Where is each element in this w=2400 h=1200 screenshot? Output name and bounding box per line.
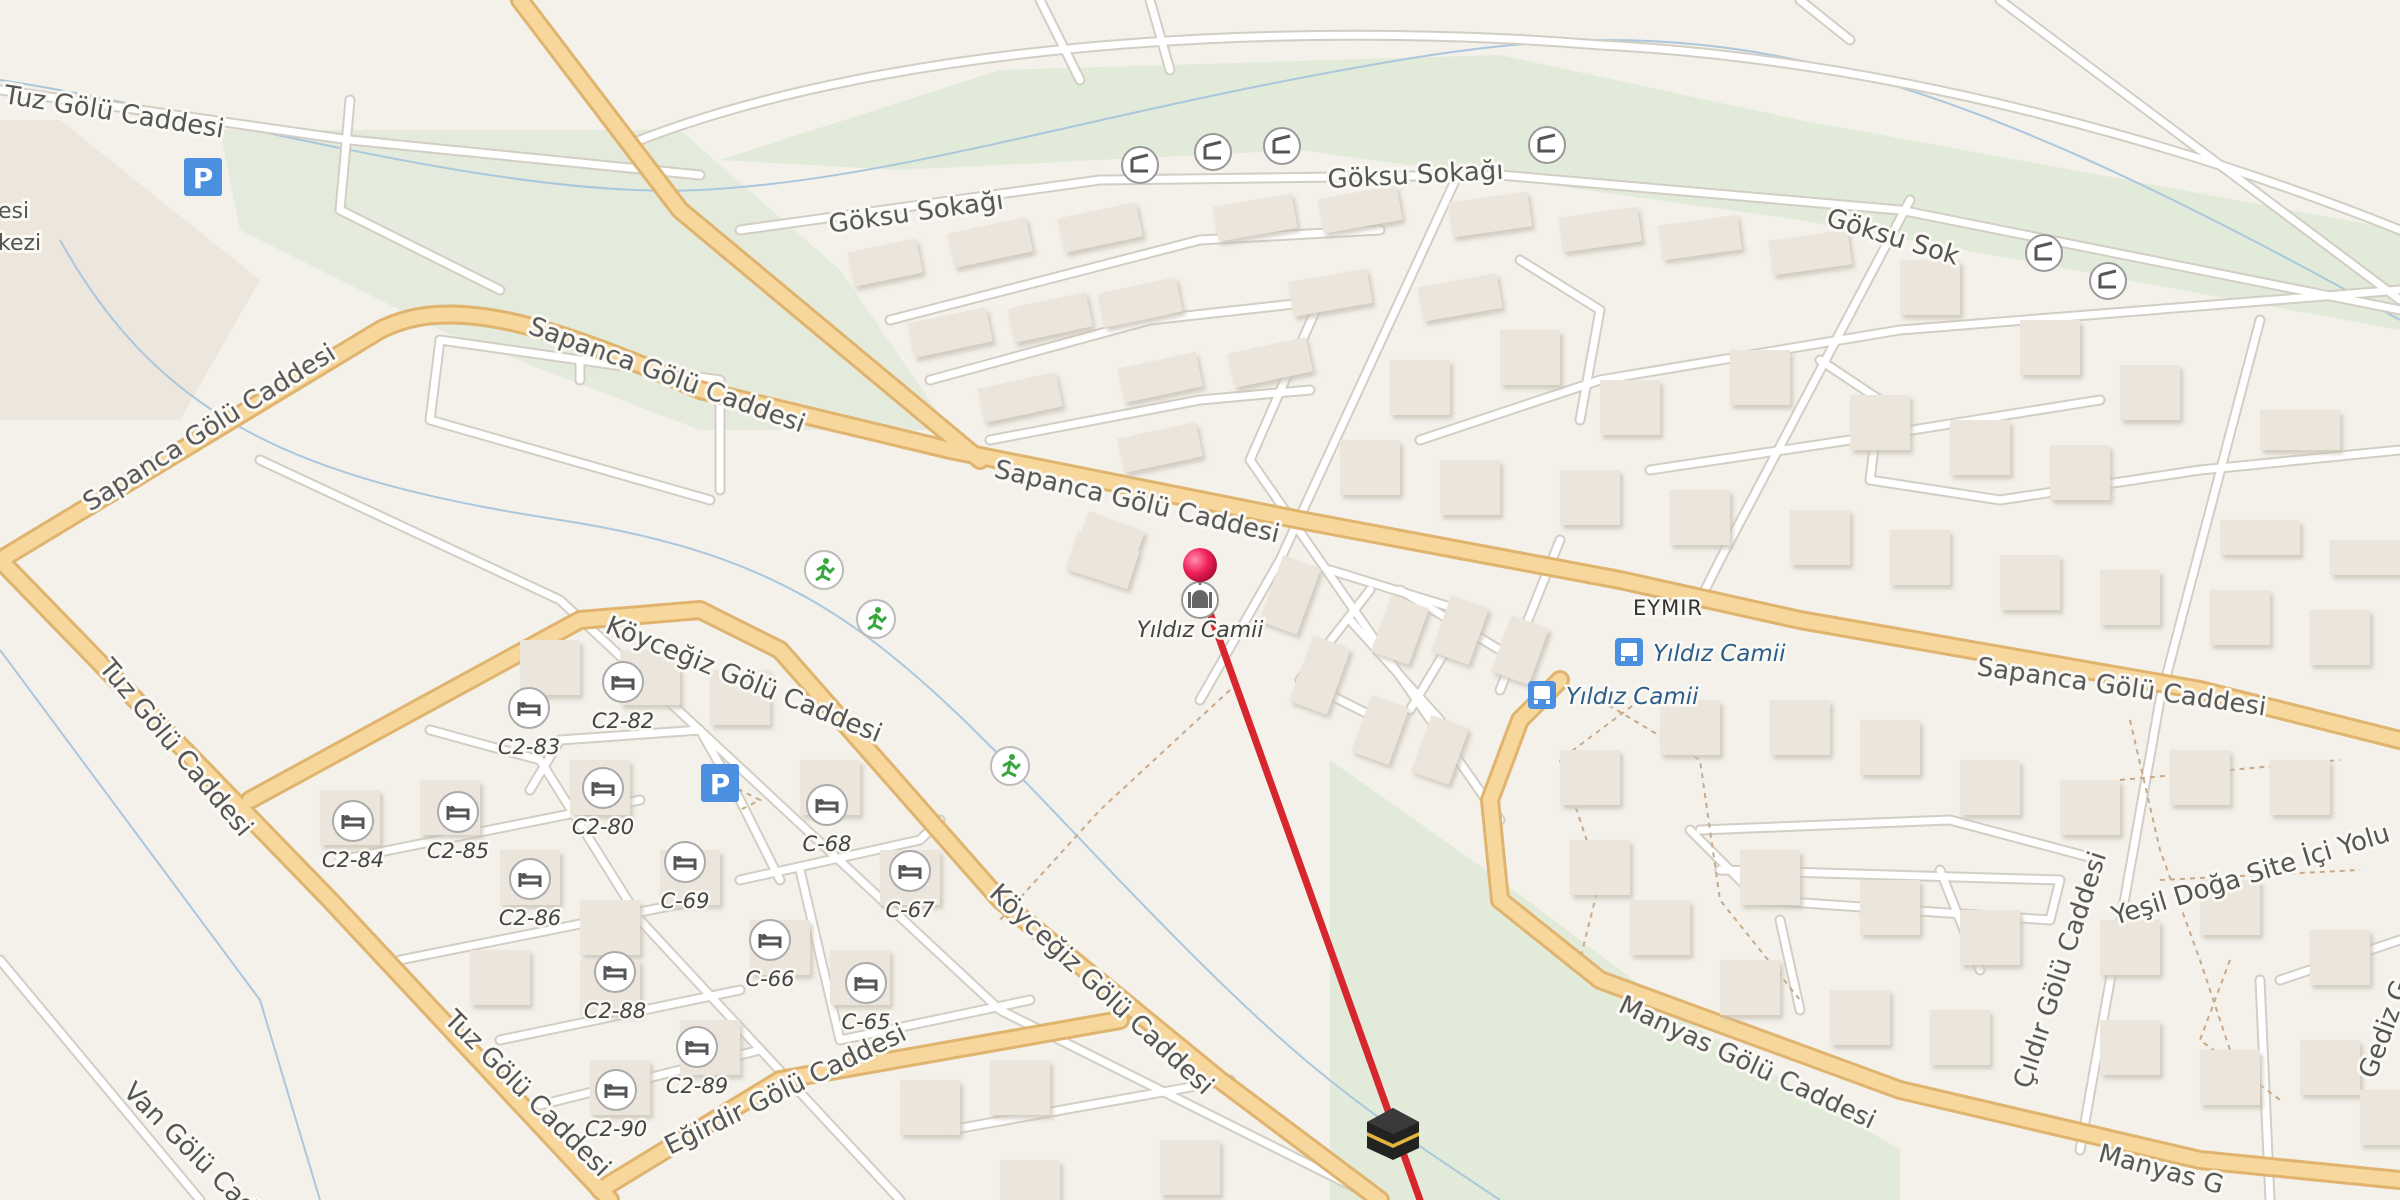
hotel-label: C-68 (803, 832, 852, 856)
hotel-label: C2-86 (499, 906, 561, 930)
viewpoint-icon[interactable] (2025, 234, 2063, 272)
viewpoint-icon[interactable] (1121, 146, 1159, 184)
hotel-label: C2-80 (572, 815, 634, 839)
hotel-label: C-69 (661, 889, 710, 913)
fragment-label-2: kezi (0, 231, 41, 256)
fitness-icon[interactable] (856, 599, 896, 639)
viewpoint-icon[interactable] (1528, 126, 1566, 164)
mosque-label: Yıldız Camii (1137, 618, 1264, 643)
map-canvas[interactable]: Tuz Gölü Caddesi Göksu Sokağı Göksu Soka… (0, 0, 2400, 1200)
hotel-label: C-66 (746, 967, 795, 991)
bus-stop-label: Yıldız Camii (1566, 684, 1699, 710)
bus-stop[interactable]: Yıldız Camii (1528, 681, 1702, 713)
hotel-label: C-67 (886, 898, 936, 922)
hotel-label: C2-90 (585, 1117, 647, 1141)
hotel-label: C2-84 (322, 848, 384, 872)
fitness-icon[interactable] (990, 746, 1030, 786)
bus-stop[interactable]: Yıldız Camii (1615, 638, 1789, 670)
parking-label: P (710, 768, 731, 801)
hotel-label: C-65 (842, 1010, 891, 1034)
hotel-label: C2-89 (666, 1074, 728, 1098)
hotel-label: C2-85 (427, 839, 489, 863)
viewpoint-icon[interactable] (1263, 127, 1301, 165)
parking-label: P (193, 162, 214, 195)
fitness-icon[interactable] (804, 550, 844, 590)
hotel-label: C2-88 (584, 999, 646, 1023)
parking-icon[interactable]: P (184, 158, 222, 196)
hotel-label: C2-83 (498, 735, 560, 759)
parking-icon[interactable]: P (701, 764, 739, 802)
viewpoint-icon[interactable] (2089, 262, 2127, 300)
bus-stop-label: Yıldız Camii (1653, 641, 1786, 667)
fragment-label-1: esi (0, 199, 29, 224)
place-label-eymir: EYMIR (1633, 596, 1703, 620)
viewpoint-icon[interactable] (1194, 133, 1232, 171)
hotel-label: C2-82 (592, 709, 654, 733)
